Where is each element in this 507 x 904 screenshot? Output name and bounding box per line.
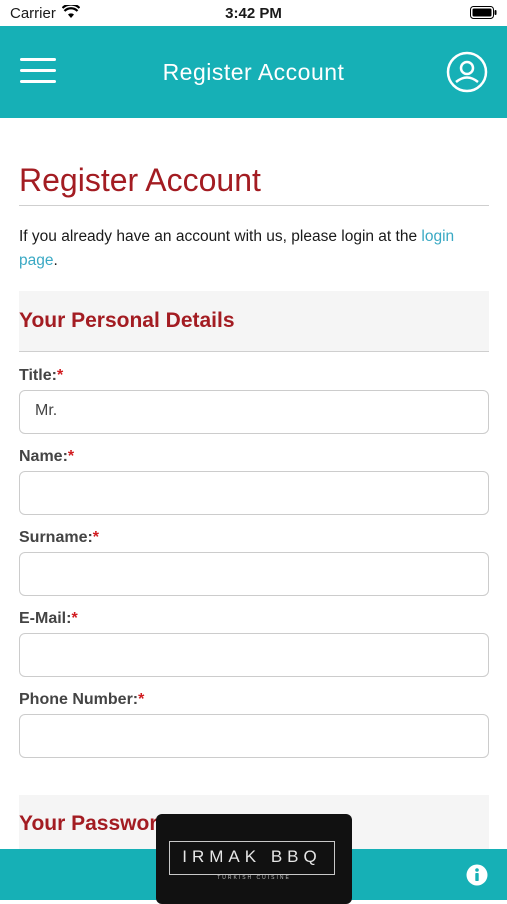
intro-text-end: . <box>53 252 58 269</box>
required-marker: * <box>138 691 145 708</box>
info-icon[interactable] <box>466 864 488 886</box>
name-field: Name:* <box>19 448 489 515</box>
title-field: Title:* Mr. <box>19 367 489 434</box>
app-header: Register Account <box>0 26 507 118</box>
restaurant-logo[interactable]: IRMAK BBQ TURKISH CUISINE <box>156 814 352 904</box>
personal-details-section: Your Personal Details <box>19 291 489 352</box>
logo-name: IRMAK BBQ <box>182 847 322 866</box>
account-icon[interactable] <box>446 51 488 93</box>
required-marker: * <box>71 610 78 627</box>
page-title: Register Account <box>19 162 489 206</box>
intro-text: If you already have an account with us, … <box>19 225 489 273</box>
email-input[interactable] <box>19 633 489 677</box>
logo-frame: IRMAK BBQ <box>169 841 335 875</box>
field-label: Name:* <box>19 448 75 465</box>
clock: 3:42 PM <box>225 5 282 22</box>
phone-input[interactable] <box>19 714 489 758</box>
surname-input[interactable] <box>19 552 489 596</box>
section-title: Your Personal Details <box>19 309 235 332</box>
phone-field: Phone Number:* <box>19 691 489 758</box>
surname-field: Surname:* <box>19 529 489 596</box>
intro-text-body: If you already have an account with us, … <box>19 228 422 245</box>
field-label: Surname:* <box>19 529 100 546</box>
register-form: Register Account If you already have an … <box>19 118 489 758</box>
required-marker: * <box>92 529 100 546</box>
field-label: E-Mail:* <box>19 610 78 627</box>
logo-tagline: TURKISH CUISINE <box>217 875 291 881</box>
field-label: Title:* <box>19 367 64 384</box>
section-title: Your Password <box>19 812 171 835</box>
header-title: Register Account <box>162 59 345 85</box>
battery-icon <box>470 6 497 23</box>
title-input[interactable]: Mr. <box>19 390 489 434</box>
email-field: E-Mail:* <box>19 610 489 677</box>
required-marker: * <box>67 448 75 465</box>
required-marker: * <box>56 367 64 384</box>
field-label: Phone Number:* <box>19 691 145 708</box>
name-input[interactable] <box>19 471 489 515</box>
status-bar: Carrier 3:42 PM <box>0 0 507 26</box>
